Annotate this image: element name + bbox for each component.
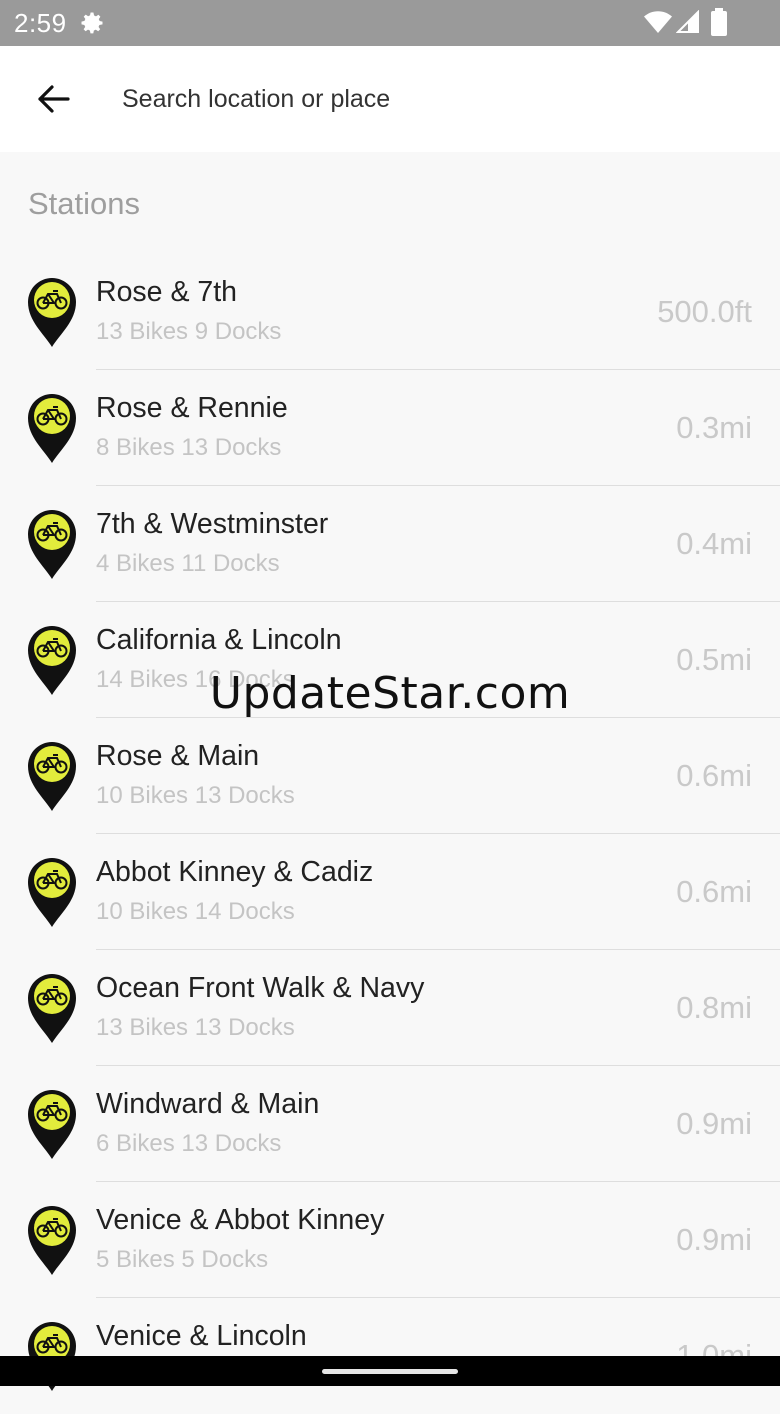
station-item[interactable]: Rose & Main 10 Bikes 13 Docks 0.6mi: [0, 718, 780, 834]
station-distance: 0.9mi: [676, 1222, 752, 1257]
bike-station-pin-icon: [28, 626, 76, 695]
navigation-bar: [0, 1356, 780, 1386]
bike-station-pin-icon: [28, 1206, 76, 1275]
bike-station-pin-icon: [28, 742, 76, 811]
station-distance: 0.9mi: [676, 1106, 752, 1141]
home-handle[interactable]: [322, 1369, 458, 1374]
wifi-icon: [644, 11, 672, 33]
station-availability: 8 Bikes 13 Docks: [96, 434, 282, 461]
station-name: California & Lincoln: [96, 624, 342, 656]
station-item[interactable]: Venice & Abbot Kinney 5 Bikes 5 Docks 0.…: [0, 1182, 780, 1298]
station-name: 7th & Westminster: [96, 508, 329, 540]
station-name: Venice & Lincoln: [96, 1320, 307, 1352]
station-distance: 0.3mi: [676, 410, 752, 445]
bike-station-pin-icon: [28, 278, 76, 347]
status-bar: 2:59: [0, 0, 780, 46]
station-availability: 10 Bikes 14 Docks: [96, 898, 295, 925]
station-availability: 13 Bikes 9 Docks: [96, 318, 282, 345]
station-item[interactable]: 7th & Westminster 4 Bikes 11 Docks 0.4mi: [0, 486, 780, 602]
station-distance: 500.0ft: [657, 294, 752, 329]
station-distance: 0.5mi: [676, 642, 752, 677]
battery-icon: [711, 8, 727, 36]
station-availability: 10 Bikes 13 Docks: [96, 782, 295, 809]
station-availability: 6 Bikes 13 Docks: [96, 1130, 282, 1157]
bike-station-pin-icon: [28, 1090, 76, 1159]
station-distance: 0.6mi: [676, 874, 752, 909]
search-input[interactable]: [110, 76, 722, 122]
station-distance: 0.6mi: [676, 758, 752, 793]
station-availability: 5 Bikes 5 Docks: [96, 1246, 269, 1273]
bike-station-pin-icon: [28, 510, 76, 579]
bike-station-pin-icon: [28, 858, 76, 927]
station-distance: 0.8mi: [676, 990, 752, 1025]
station-name: Venice & Abbot Kinney: [96, 1204, 385, 1236]
station-availability: 14 Bikes 16 Docks: [96, 666, 295, 693]
station-distance: 0.4mi: [676, 526, 752, 561]
station-name: Windward & Main: [96, 1088, 320, 1120]
station-name: Rose & 7th: [96, 276, 237, 308]
station-item[interactable]: Rose & 7th 13 Bikes 9 Docks 500.0ft: [0, 254, 780, 370]
station-availability: 4 Bikes 11 Docks: [96, 550, 280, 577]
station-name: Abbot Kinney & Cadiz: [96, 856, 374, 888]
station-name: Rose & Rennie: [96, 392, 288, 424]
signal-icon: [676, 10, 699, 33]
station-name: Rose & Main: [96, 740, 260, 772]
search-header: [0, 46, 780, 152]
station-item[interactable]: Abbot Kinney & Cadiz 10 Bikes 14 Docks 0…: [0, 834, 780, 950]
arrow-left-icon: [38, 85, 70, 113]
bike-station-pin-icon: [28, 394, 76, 463]
station-availability: 13 Bikes 13 Docks: [96, 1014, 295, 1041]
status-time: 2:59: [14, 8, 67, 38]
station-item[interactable]: California & Lincoln 14 Bikes 16 Docks 0…: [0, 602, 780, 718]
gear-icon: [81, 12, 103, 34]
station-list: Rose & 7th 13 Bikes 9 Docks 500.0ft Rose…: [0, 254, 780, 1414]
bike-station-pin-icon: [28, 974, 76, 1043]
station-item[interactable]: Rose & Rennie 8 Bikes 13 Docks 0.3mi: [0, 370, 780, 486]
station-name: Ocean Front Walk & Navy: [96, 972, 425, 1004]
station-item[interactable]: Windward & Main 6 Bikes 13 Docks 0.9mi: [0, 1066, 780, 1182]
back-button[interactable]: [30, 76, 76, 122]
station-item[interactable]: Ocean Front Walk & Navy 13 Bikes 13 Dock…: [0, 950, 780, 1066]
section-title: Stations: [28, 186, 141, 221]
